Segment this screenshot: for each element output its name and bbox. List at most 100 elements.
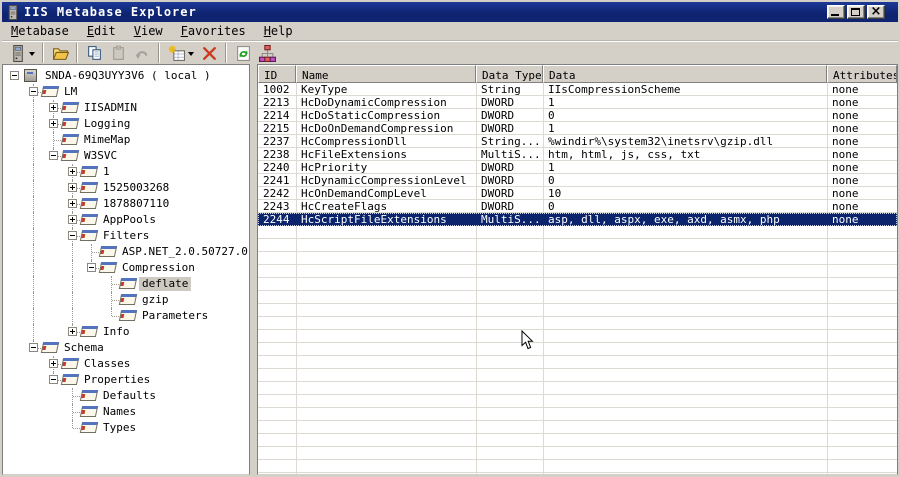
tree-expander-plus-icon[interactable] <box>68 215 77 224</box>
tree-item-info[interactable]: Info <box>3 324 249 340</box>
tree-item-properties[interactable]: Properties <box>3 372 249 388</box>
tree-expander-plus-icon[interactable] <box>68 167 77 176</box>
metabase-key-icon <box>40 342 60 353</box>
tree-item-label: Compression <box>122 261 195 274</box>
tree-expander-minus-icon[interactable] <box>29 87 38 96</box>
column-header-id[interactable]: ID <box>258 65 296 83</box>
tree-item-filters[interactable]: Filters <box>3 228 249 244</box>
table-row-2241[interactable]: 2241 HcDynamicCompressionLevel DWORD 0 none <box>258 174 897 187</box>
application-window: IIS Metabase Explorer MetabaseEditViewFa… <box>0 0 900 477</box>
view-hierarchy-button[interactable] <box>255 42 279 64</box>
minimize-button[interactable] <box>827 5 845 19</box>
close-button[interactable] <box>867 5 885 19</box>
tree-expander-minus-icon[interactable] <box>49 375 58 384</box>
column-header-attributes[interactable]: Attributes <box>827 65 897 83</box>
refresh-button[interactable] <box>231 42 255 64</box>
tree-item-label: Names <box>103 405 137 418</box>
table-row-2215[interactable]: 2215 HcDoOnDemandCompression DWORD 1 none <box>258 122 897 135</box>
tree-item-defaults[interactable]: Defaults <box>3 388 249 404</box>
cell-attributes: none <box>832 148 859 161</box>
connect-server-button[interactable] <box>5 42 29 64</box>
title-bar[interactable]: IIS Metabase Explorer <box>2 2 898 22</box>
tree-guide-line <box>33 196 34 212</box>
tree-expander-minus-icon[interactable] <box>49 151 58 160</box>
tree-expander-minus-icon[interactable] <box>10 71 19 80</box>
cell-id: 2243 <box>263 200 290 213</box>
table-row-2214[interactable]: 2214 HcDoStaticCompression DWORD 0 none <box>258 109 897 122</box>
tree-expander-plus-icon[interactable] <box>68 327 77 336</box>
tree-expander-plus-icon[interactable] <box>68 183 77 192</box>
cell-id: 2238 <box>263 148 290 161</box>
tree-item-apppools[interactable]: AppPools <box>3 212 249 228</box>
table-row-1002[interactable]: 1002 KeyType String IIsCompressionScheme non… <box>258 83 897 96</box>
tree-item-1525003268[interactable]: 1525003268 <box>3 180 249 196</box>
table-row-2213[interactable]: 2213 HcDoDynamicCompression DWORD 1 none <box>258 96 897 109</box>
tree-item-classes[interactable]: Classes <box>3 356 249 372</box>
tree-expander-plus-icon[interactable] <box>49 103 58 112</box>
delete-button[interactable] <box>197 42 221 64</box>
copy-button[interactable] <box>82 42 106 64</box>
tree-item-mimemap[interactable]: MimeMap <box>3 132 249 148</box>
tree-expander-minus-icon[interactable] <box>87 263 96 272</box>
table-row-2243[interactable]: 2243 HcCreateFlags DWORD 0 none <box>258 200 897 213</box>
tree-item-1[interactable]: 1 <box>3 164 249 180</box>
window-title: IIS Metabase Explorer <box>24 5 197 19</box>
tree-item-types[interactable]: Types <box>3 420 249 436</box>
menu-item-help[interactable]: Help <box>255 23 302 39</box>
new-record-button[interactable] <box>164 42 188 64</box>
maximize-button[interactable] <box>847 5 865 19</box>
panel-splitter[interactable] <box>250 64 257 475</box>
cell-attributes: none <box>832 96 859 109</box>
table-row-2242[interactable]: 2242 HcOnDemandCompLevel DWORD 10 none <box>258 187 897 200</box>
tree-expander-plus-icon[interactable] <box>49 119 58 128</box>
column-header-data[interactable]: Data <box>543 65 827 83</box>
menu-item-view[interactable]: View <box>125 23 172 39</box>
tree-item-deflate[interactable]: deflate <box>3 276 249 292</box>
cell-id: 2215 <box>263 122 290 135</box>
cell-name: HcCompressionDll <box>301 135 407 148</box>
tree-item-logging[interactable]: Logging <box>3 116 249 132</box>
tree-item-schema[interactable]: Schema <box>3 340 249 356</box>
tree-item-names[interactable]: Names <box>3 404 249 420</box>
tree-connector-line <box>111 308 112 316</box>
tree-item-gzip[interactable]: gzip <box>3 292 249 308</box>
tree-item-snda-69q3uyy3v6-local[interactable]: SNDA-69Q3UYY3V6 ( local ) <box>3 68 249 84</box>
table-row-2238[interactable]: 2238 HcFileExtensions MultiS... htm, html, … <box>258 148 897 161</box>
tree-item-compression[interactable]: Compression <box>3 260 249 276</box>
tree-item-1878807110[interactable]: 1878807110 <box>3 196 249 212</box>
menu-item-favorites[interactable]: Favorites <box>172 23 255 39</box>
column-header-data-type[interactable]: Data Type <box>476 65 543 83</box>
menu-item-edit[interactable]: Edit <box>78 23 125 39</box>
metabase-key-icon <box>79 182 99 193</box>
connect-server-dropdown-arrow[interactable] <box>29 52 35 59</box>
cell-name: HcDynamicCompressionLevel <box>301 174 467 187</box>
tree-expander-minus-icon[interactable] <box>29 343 38 352</box>
open-key-button[interactable] <box>48 42 72 64</box>
tree-item-w3svc[interactable]: W3SVC <box>3 148 249 164</box>
tree-expander-plus-icon[interactable] <box>68 199 77 208</box>
tree-expander-plus-icon[interactable] <box>49 359 58 368</box>
column-header-name[interactable]: Name <box>296 65 476 83</box>
table-row-2244[interactable]: 2244 HcScriptFileExtensions MultiS... asp, … <box>258 213 897 226</box>
tree-item-iisadmin[interactable]: IISADMIN <box>3 100 249 116</box>
metabase-key-icon <box>118 278 138 289</box>
menu-item-metabase[interactable]: Metabase <box>2 23 78 39</box>
tree-connector-line <box>72 420 73 428</box>
cell-id: 2244 <box>263 213 290 226</box>
cell-data: htm, html, js, css, txt <box>548 148 701 161</box>
cell-name: HcCreateFlags <box>301 200 388 213</box>
tree-item-lm[interactable]: LM <box>3 84 249 100</box>
tree-item-parameters[interactable]: Parameters <box>3 308 249 324</box>
metabase-key-icon <box>79 422 99 433</box>
title-controls <box>827 5 885 19</box>
tree-expander-minus-icon[interactable] <box>68 231 77 240</box>
new-record-dropdown-arrow[interactable] <box>188 52 194 59</box>
cell-attributes: none <box>832 135 859 148</box>
list-body[interactable]: 1002 KeyType String IIsCompressionScheme non… <box>258 83 897 474</box>
metabase-key-icon <box>60 374 80 385</box>
table-row-2237[interactable]: 2237 HcCompressionDll String... %windir%\sy… <box>258 135 897 148</box>
table-row-2240[interactable]: 2240 HcPriority DWORD 1 none <box>258 161 897 174</box>
metabase-key-icon <box>79 326 99 337</box>
tree-item-asp-net-2-0-50727-0[interactable]: ASP.NET_2.0.50727.0 <box>3 244 249 260</box>
metabase-key-icon <box>79 406 99 417</box>
